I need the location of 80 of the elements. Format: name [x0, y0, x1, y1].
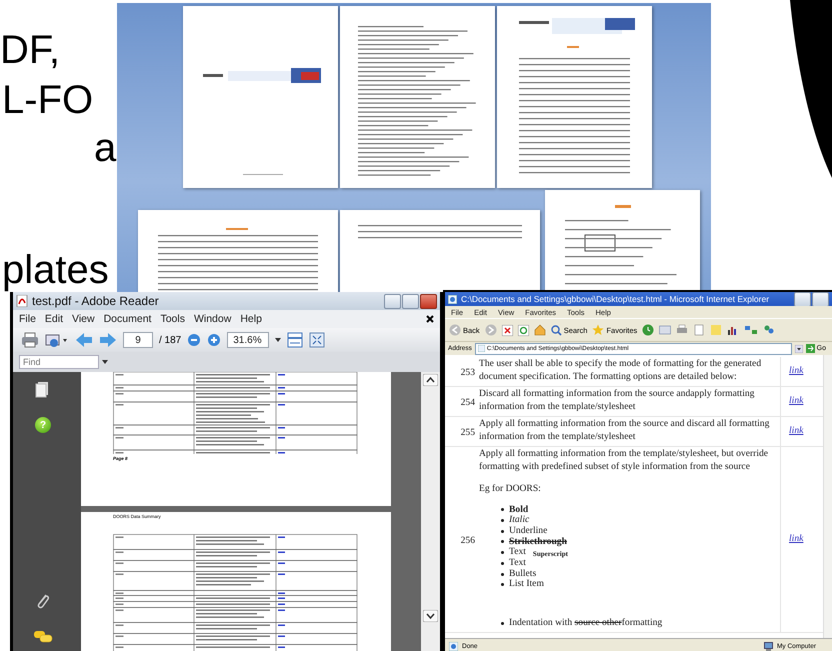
- star-icon: [592, 324, 604, 336]
- page-icon: [449, 642, 458, 650]
- link[interactable]: link: [781, 365, 823, 378]
- go-arrow-icon: [806, 344, 815, 353]
- menu-item[interactable]: File: [19, 313, 36, 325]
- mail-icon[interactable]: [659, 324, 672, 336]
- menu-item[interactable]: Document: [104, 313, 152, 325]
- list-item: Bullets: [509, 568, 536, 580]
- history-icon[interactable]: [642, 324, 654, 336]
- fit-width-icon[interactable]: [287, 332, 304, 348]
- paperclip-icon[interactable]: [35, 592, 51, 610]
- left-arrow-icon[interactable]: [75, 332, 93, 348]
- table-cell-text: 253: [460, 366, 476, 380]
- email-icon[interactable]: [45, 332, 69, 348]
- list-item: Strikethrough: [509, 536, 567, 548]
- list-item: Text: [509, 547, 526, 558]
- scroll-bar[interactable]: [823, 355, 832, 638]
- list-item: Underline: [509, 526, 548, 537]
- slide-text: a: [94, 128, 116, 168]
- zoom-out-icon[interactable]: [187, 333, 202, 347]
- table-cell-text: 254: [460, 396, 476, 410]
- pdf-file-icon: [16, 295, 28, 307]
- caret-icon[interactable]: [275, 338, 282, 342]
- maximize-button[interactable]: [812, 292, 829, 306]
- ie-page-icon: [448, 294, 457, 304]
- list-item: Italic: [509, 515, 530, 526]
- up-arrow-icon[interactable]: [423, 374, 438, 386]
- pages-icon[interactable]: [35, 382, 49, 398]
- requirement-text: The user shall be able to specify the mode of formatting for the generated document specification. The formatting options are detailed below:: [479, 358, 762, 383]
- dropdown-icon[interactable]: [794, 344, 803, 352]
- page-icon: [478, 345, 485, 352]
- minimize-button[interactable]: [384, 294, 401, 308]
- minimize-button[interactable]: [794, 292, 811, 306]
- menu-item[interactable]: Help: [240, 313, 262, 325]
- zoom-in-icon[interactable]: [207, 333, 222, 347]
- table-cell-text: 255: [460, 426, 476, 440]
- zoom-field[interactable]: 31.6%: [227, 332, 270, 348]
- printer-icon[interactable]: [21, 332, 39, 348]
- requirement-text: Apply all formatting information from the source and discard all formatting information from the template/stylesheet: [479, 418, 770, 443]
- page-number-field[interactable]: 9: [123, 332, 153, 348]
- close-icon[interactable]: [426, 315, 434, 323]
- home-icon[interactable]: [534, 324, 546, 336]
- list-item: Text: [509, 558, 526, 569]
- menu-item[interactable]: Window: [194, 313, 232, 325]
- window-title: C:\Documents and Settings\gbbowi\Desktop\test.html - Microsoft Internet Explorer: [461, 294, 770, 304]
- menu-item[interactable]: Tools: [160, 313, 185, 325]
- network-icon[interactable]: [744, 324, 758, 336]
- comment-icon[interactable]: [33, 630, 53, 644]
- slide-text: plates: [2, 250, 109, 290]
- stop-icon[interactable]: [502, 324, 513, 336]
- table-cell-text: 256: [460, 534, 476, 548]
- maximize-button[interactable]: [402, 294, 419, 308]
- down-arrow-icon[interactable]: [423, 610, 438, 622]
- slide-text: DF,: [0, 30, 60, 70]
- example-label: Eg for DOORS:: [479, 483, 542, 496]
- link[interactable]: link: [781, 425, 823, 438]
- window-title: test.pdf - Adobe Reader: [32, 294, 159, 308]
- users-icon[interactable]: [763, 324, 776, 336]
- refresh-icon[interactable]: [518, 324, 529, 336]
- requirement-text: Discard all formatting information from the source andapply formatting information from the template/stylesheet: [479, 388, 756, 413]
- link[interactable]: link: [781, 395, 823, 408]
- list-item: Indentation with source otherformatting: [509, 618, 662, 629]
- document-icon[interactable]: [693, 324, 706, 336]
- caret-icon[interactable]: [102, 360, 108, 364]
- printer-icon[interactable]: [676, 324, 688, 336]
- search-icon: [550, 324, 562, 336]
- requirement-text: Apply all formatting information from the template/stylesheet, but override formatting with predefined subset of style information from the source: [479, 448, 770, 473]
- close-button[interactable]: [420, 294, 437, 308]
- right-arrow-icon[interactable]: [99, 332, 117, 348]
- slide-text: L-FO: [2, 80, 94, 120]
- menu-item[interactable]: View: [72, 313, 95, 325]
- find-field[interactable]: Find: [19, 355, 99, 369]
- list-item: Bold: [509, 504, 528, 515]
- page-count: / 187: [159, 334, 182, 346]
- list-item: List Item: [509, 579, 544, 590]
- link[interactable]: link: [781, 533, 823, 546]
- full-screen-icon[interactable]: [309, 332, 326, 348]
- computer-icon: [764, 642, 773, 650]
- scroll-bar[interactable]: [421, 372, 440, 651]
- menu-item[interactable]: Edit: [44, 313, 64, 325]
